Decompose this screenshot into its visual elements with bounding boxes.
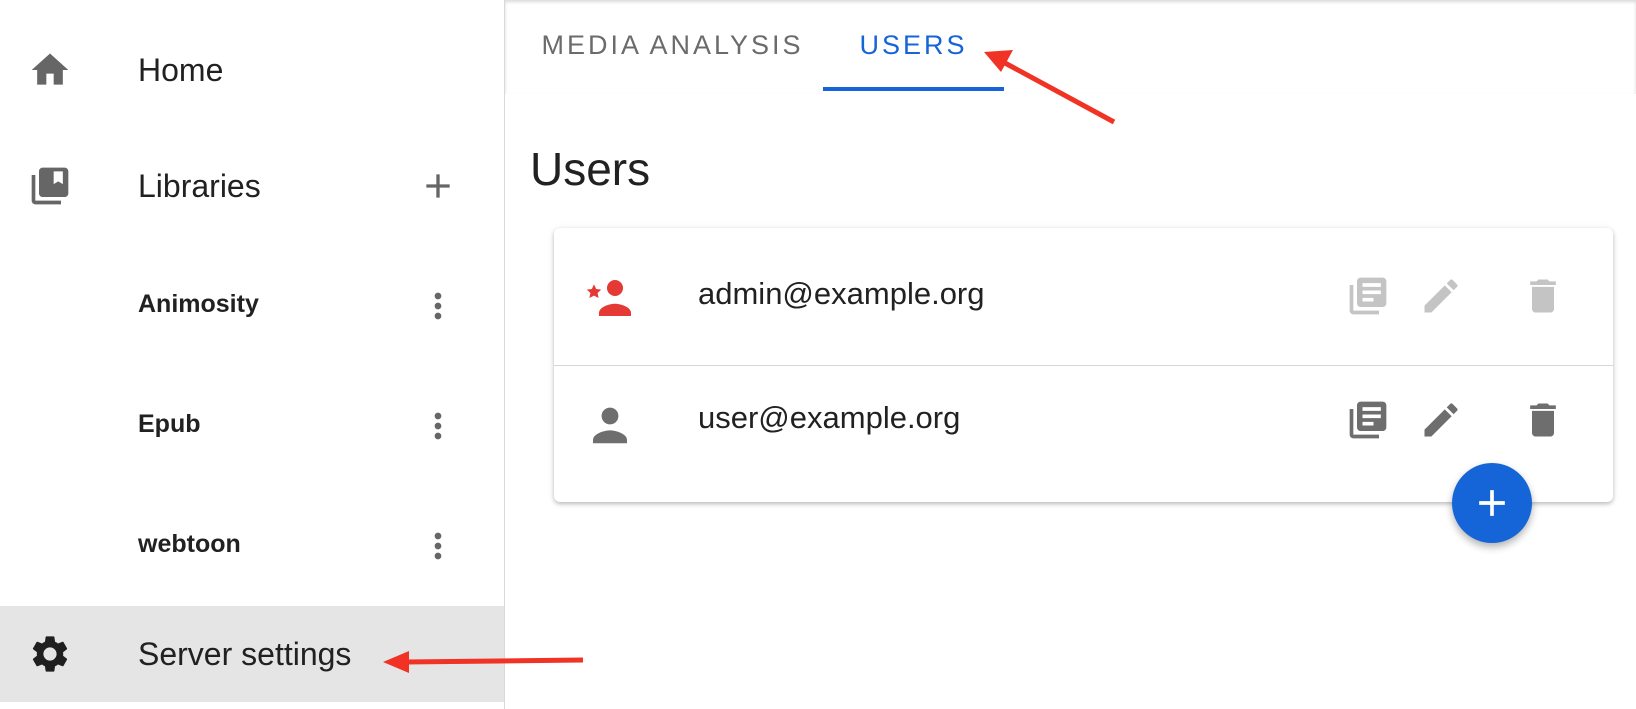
- sidebar-item-server-settings[interactable]: Server settings: [0, 606, 504, 702]
- libraries-icon: [28, 164, 72, 208]
- sidebar-item-label: Libraries: [138, 168, 261, 204]
- library-access-button[interactable]: [1344, 396, 1392, 444]
- library-menu-button[interactable]: [414, 522, 462, 570]
- plus-icon: [426, 174, 450, 198]
- plus-icon: [1479, 490, 1505, 516]
- add-library-button[interactable]: [414, 162, 462, 210]
- library-access-icon: [1349, 277, 1387, 315]
- home-icon: [28, 48, 72, 92]
- more-vert-icon: [434, 412, 442, 440]
- admin-user-icon: [586, 280, 631, 316]
- add-user-button[interactable]: [1452, 463, 1532, 543]
- user-icon: [593, 407, 627, 444]
- edit-user-button[interactable]: [1417, 396, 1465, 444]
- sidebar-item-label: Server settings: [138, 636, 352, 672]
- gear-icon: [28, 632, 72, 676]
- edit-icon: [1424, 279, 1458, 313]
- sidebar-item-label: Home: [138, 52, 224, 88]
- library-label: Epub: [138, 410, 201, 438]
- delete-user-button: [1519, 272, 1567, 320]
- library-access-icon: [1349, 401, 1387, 439]
- more-vert-icon: [434, 292, 442, 320]
- library-access-button: [1344, 272, 1392, 320]
- library-label: Animosity: [138, 290, 259, 318]
- user-email: admin@example.org: [698, 276, 985, 311]
- library-label: webtoon: [138, 530, 241, 558]
- tab-media-analysis[interactable]: MEDIA ANALYSIS: [525, 0, 820, 90]
- active-tab-indicator: [823, 87, 1004, 91]
- delete-icon: [1530, 403, 1556, 437]
- sidebar-item-libraries[interactable]: Libraries: [0, 138, 504, 234]
- sidebar: Home Libraries Animosity Epub webtoon Se…: [0, 0, 505, 709]
- user-row: user@example.org: [554, 365, 1613, 502]
- tab-users[interactable]: USERS: [823, 0, 1004, 90]
- sidebar-item-library[interactable]: webtoon: [0, 498, 504, 594]
- edit-user-button: [1417, 272, 1465, 320]
- more-vert-icon: [434, 532, 442, 560]
- library-menu-button[interactable]: [414, 282, 462, 330]
- edit-icon: [1424, 403, 1458, 437]
- user-email: user@example.org: [698, 400, 961, 435]
- user-row: admin@example.org: [554, 228, 1613, 364]
- page-title: Users: [530, 143, 651, 195]
- tab-bar: MEDIA ANALYSIS USERS: [505, 0, 1636, 94]
- users-list-card: admin@example.org user@example.org: [554, 228, 1613, 502]
- sidebar-item-library[interactable]: Animosity: [0, 258, 504, 354]
- sidebar-item-home[interactable]: Home: [0, 22, 504, 118]
- delete-icon: [1530, 279, 1556, 313]
- delete-user-button[interactable]: [1519, 396, 1567, 444]
- library-menu-button[interactable]: [414, 402, 462, 450]
- sidebar-item-library[interactable]: Epub: [0, 378, 504, 474]
